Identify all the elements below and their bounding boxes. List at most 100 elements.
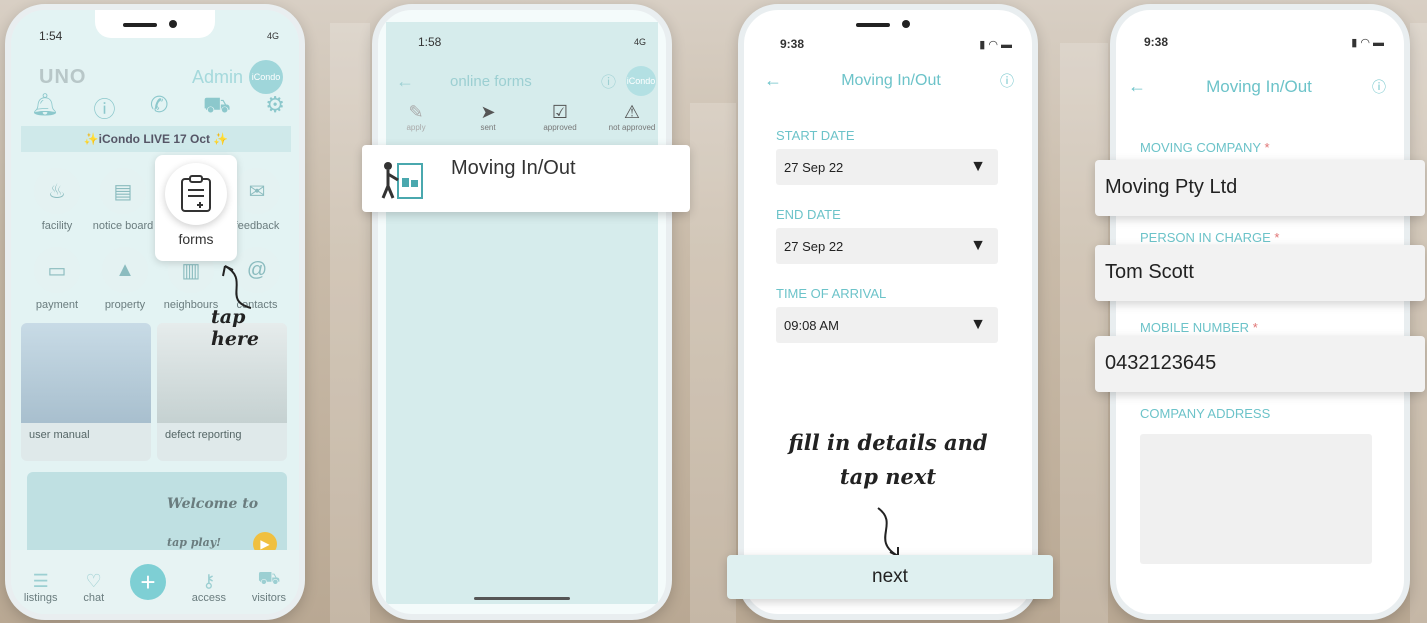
apply-icon: ✎: [408, 102, 424, 122]
pointer-arrow-icon: [877, 507, 899, 557]
welcome-sub: tap play!: [167, 536, 221, 549]
card-user-manual[interactable]: user manual: [21, 323, 151, 461]
event-banner[interactable]: ✨iCondo LIVE 17 Oct ✨: [21, 126, 291, 152]
arrival-time-select[interactable]: 09:08 AM ▼: [776, 307, 998, 343]
tab-label: not approved: [608, 123, 656, 132]
home-indicator: [474, 597, 570, 600]
person-in-charge-field[interactable]: Tom Scott: [1095, 245, 1425, 301]
required-mark: *: [1264, 140, 1270, 155]
avatar[interactable]: iCondo: [626, 66, 656, 96]
phone-online-forms: 1:58 4G ← online forms ⓘ iCondo ✎ apply ➤…: [372, 4, 672, 620]
tab-add[interactable]: +: [129, 564, 166, 604]
tab-sent[interactable]: ➤ sent: [460, 102, 516, 132]
approved-icon: ☑: [551, 102, 569, 122]
start-date-select[interactable]: 27 Sep 22 ▼: [776, 149, 998, 185]
grid-label: payment: [35, 299, 79, 311]
brand-logo: UNO: [39, 65, 87, 88]
dropdown-arrow-icon: ▼: [970, 158, 986, 175]
grid-item-notice-board[interactable]: ▤ notice board: [91, 168, 155, 232]
address-label: COMPANY ADDRESS: [1140, 406, 1271, 421]
signal-icon: ▮ ◠ ▬: [1351, 36, 1384, 49]
avatar[interactable]: iCondo: [249, 60, 283, 94]
page-title: Moving In/Out: [841, 71, 941, 89]
grid-item-facility[interactable]: ♨ facility: [25, 168, 89, 232]
status-time: 1:54: [39, 29, 63, 43]
chat-icon: ♡: [85, 571, 102, 591]
home-header: UNO Admin iCondo: [39, 60, 283, 94]
mobile-label: MOBILE NUMBER *: [1140, 320, 1258, 335]
grid-label: property: [104, 299, 146, 311]
notch: [828, 10, 948, 38]
tab-listings[interactable]: ☰ listings: [24, 571, 58, 604]
instruction-line1: fill in details and: [788, 430, 988, 455]
quick-icons: 🔔︎ ⓘ ✆ ⛟ ⚙: [31, 92, 285, 124]
status-bar: 9:38 ▮ ◠ ▬: [1144, 34, 1384, 50]
tab-apply[interactable]: ✎ apply: [388, 102, 444, 132]
moving-form-item[interactable]: Moving In/Out: [362, 145, 690, 212]
dropdown-arrow-icon: ▼: [970, 237, 986, 254]
grid-item-property[interactable]: ▲ property: [93, 247, 157, 311]
building-image: [21, 323, 151, 423]
signal-icon: ▮ ◠ ▬: [979, 38, 1012, 51]
key-icon: ⚷: [202, 571, 216, 591]
status-bar: 1:58 4G: [418, 34, 646, 50]
network-label: 4G: [633, 37, 646, 47]
welcome-video-banner[interactable]: Welcome to tap play! ▶: [27, 472, 287, 558]
role-label: Admin: [191, 66, 243, 87]
status-bar: 9:38 ▮ ◠ ▬: [780, 36, 1012, 52]
next-button[interactable]: next: [727, 555, 1053, 599]
tab-label: approved: [543, 123, 577, 132]
tab-approved[interactable]: ☑ approved: [532, 102, 588, 132]
company-address-field[interactable]: [1140, 434, 1372, 564]
form-item-label: Moving In/Out: [451, 157, 576, 179]
grid-label: notice board: [92, 220, 154, 232]
required-mark: *: [1252, 320, 1258, 335]
moving-truck-icon: [381, 162, 423, 199]
page-title: Moving In/Out: [1206, 76, 1312, 96]
tab-label: access: [191, 592, 227, 604]
forms-highlight[interactable]: forms: [155, 155, 237, 261]
grid-item-payment[interactable]: ▭ payment: [25, 247, 89, 311]
end-date-select[interactable]: 27 Sep 22 ▼: [776, 228, 998, 264]
tab-access[interactable]: ⚷ access: [192, 571, 226, 604]
back-arrow-icon[interactable]: ←: [764, 70, 782, 91]
forms-icon: [165, 163, 227, 225]
help-icon[interactable]: ⓘ: [1372, 77, 1386, 97]
notice-icon: ▤: [100, 168, 146, 214]
form-header: ← Moving In/Out ⓘ: [1128, 76, 1386, 97]
tab-not-approved[interactable]: ⚠ not approved: [604, 102, 660, 132]
instruction-line2: tap next: [839, 464, 937, 489]
tab-chat[interactable]: ♡ chat: [83, 571, 104, 604]
arrival-time-value: 09:08 AM: [784, 317, 839, 333]
phone-moving-form-dates: 9:38 ▮ ◠ ▬ ← Moving In/Out ⓘ START DATE …: [738, 4, 1038, 620]
welcome-text: Welcome to: [167, 496, 259, 512]
status-time: 9:38: [1144, 35, 1169, 49]
grid-label: facility: [41, 220, 73, 232]
tab-visitors[interactable]: ⛟ visitors: [252, 568, 286, 604]
required-mark: *: [1274, 230, 1280, 245]
mobile-number-field[interactable]: 0432123645: [1095, 336, 1425, 392]
back-arrow-icon[interactable]: ←: [1128, 76, 1146, 97]
moving-company-field[interactable]: Moving Pty Ltd: [1095, 160, 1425, 216]
help-icon[interactable]: ⓘ: [601, 71, 616, 92]
info-icon[interactable]: ⓘ: [93, 92, 115, 124]
tab-label: listings: [23, 592, 58, 604]
bell-icon[interactable]: 🔔︎: [31, 92, 59, 124]
end-date-value: 27 Sep 22: [784, 238, 844, 254]
help-icon[interactable]: ⓘ: [1000, 71, 1014, 91]
warning-icon: ⚠: [623, 102, 641, 122]
send-icon: ➤: [480, 102, 496, 122]
card-label: defect reporting: [165, 429, 242, 441]
company-label: MOVING COMPANY *: [1140, 140, 1270, 155]
gear-icon[interactable]: ⚙: [265, 92, 285, 124]
grid-label: feedback: [234, 220, 280, 232]
phone-icon[interactable]: ✆: [150, 92, 168, 124]
start-date-label: START DATE: [776, 128, 855, 143]
car-icon[interactable]: ⛟: [203, 92, 231, 124]
phone-home-screen: 1:54 4G UNO Admin iCondo 🔔︎ ⓘ ✆ ⛟ ⚙ ✨iCo…: [5, 4, 305, 620]
back-arrow-icon[interactable]: ←: [396, 71, 414, 92]
car-icon: ⛟: [257, 568, 281, 588]
label-text: MOBILE NUMBER: [1140, 320, 1250, 335]
tap-here-note: tap here: [211, 306, 260, 350]
forms-header: ← online forms ⓘ iCondo: [396, 66, 656, 96]
